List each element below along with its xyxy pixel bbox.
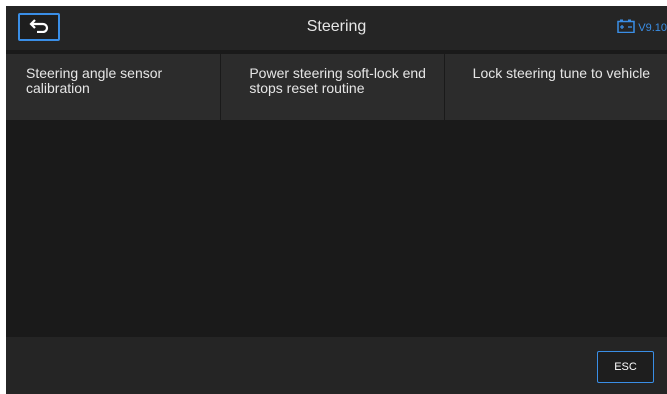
menu-item-soft-lock-reset[interactable]: Power steering soft-lock end stops reset… <box>221 54 445 120</box>
esc-button[interactable]: ESC <box>597 351 654 383</box>
battery-icon <box>617 19 635 38</box>
version-label: V9.10 <box>638 22 667 34</box>
top-bar: Steering V9.10 <box>6 6 667 50</box>
bottom-bar: ESC <box>6 337 667 394</box>
back-arrow-icon <box>28 17 50 38</box>
function-menu: Steering angle sensor calibration Power … <box>6 54 667 120</box>
menu-item-lock-steering-tune[interactable]: Lock steering tune to vehicle <box>444 54 667 120</box>
app-screen: Steering V9.10 Steering angle sensor cal… <box>6 6 667 394</box>
menu-item-steering-angle-calibration[interactable]: Steering angle sensor calibration <box>6 54 222 120</box>
back-button[interactable] <box>18 13 60 41</box>
version-indicator: V9.10 <box>617 19 667 38</box>
page-title: Steering <box>306 18 367 35</box>
